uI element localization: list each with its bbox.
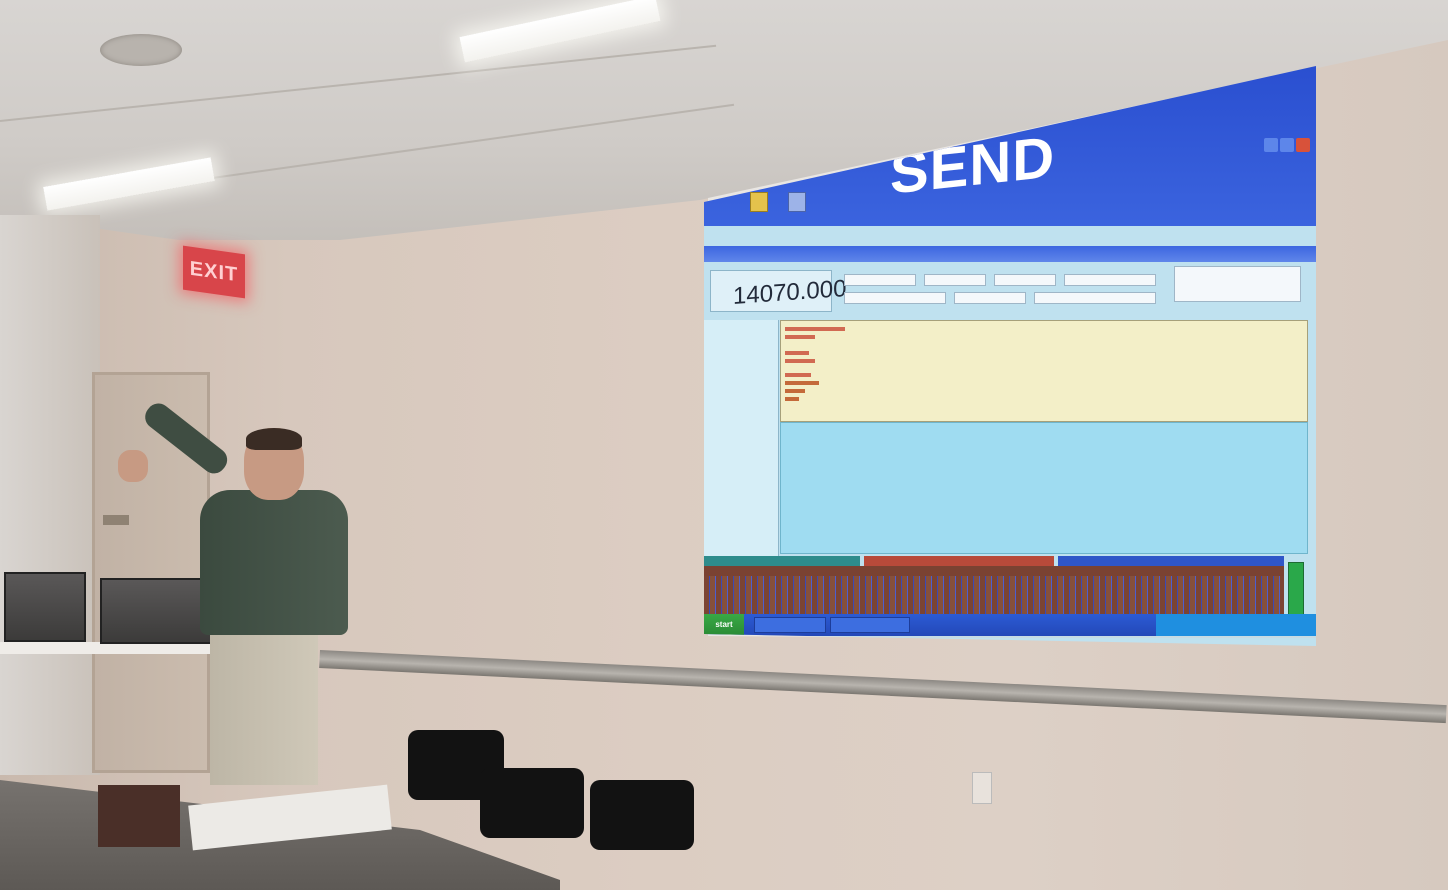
log-field[interactable] [844, 274, 916, 286]
laptop [4, 572, 86, 642]
rx-text-line [785, 389, 805, 393]
rx-text-line [785, 327, 845, 331]
waterfall-scale [704, 566, 1284, 576]
windows-taskbar: start [704, 614, 1316, 636]
folder-icon[interactable] [750, 192, 768, 212]
exit-sign: EXIT [183, 245, 245, 299]
black-bag [590, 780, 694, 850]
presenter-legs [210, 625, 318, 785]
cardboard-box [98, 785, 180, 847]
presenter-hair [246, 428, 302, 450]
rx-text-line [785, 373, 811, 377]
frequency-value: 14070.000 [733, 275, 847, 310]
rx-text-line [785, 335, 815, 339]
macro-button[interactable] [1058, 556, 1284, 566]
maximize-button[interactable] [1280, 138, 1294, 152]
taskbar-item[interactable] [830, 617, 910, 633]
log-field[interactable] [844, 292, 946, 304]
save-icon[interactable] [788, 192, 806, 212]
receive-text-pane [780, 320, 1308, 422]
rx-text-line [785, 381, 819, 385]
log-field[interactable] [1034, 292, 1156, 304]
log-field[interactable] [924, 274, 986, 286]
left-wall [0, 215, 100, 775]
macro-button[interactable] [864, 556, 1054, 566]
log-field[interactable] [1174, 266, 1301, 302]
system-tray [1156, 614, 1316, 636]
rx-text-line [785, 397, 799, 401]
ceiling-speaker [100, 34, 182, 66]
left-info-column [704, 320, 779, 556]
log-field[interactable] [994, 274, 1056, 286]
menu-bar [704, 246, 1316, 262]
minimize-button[interactable] [1264, 138, 1278, 152]
macro-button[interactable] [704, 556, 860, 566]
lecture-room-scene: EXIT SEND 14070.000 start [0, 0, 1448, 890]
black-bag [480, 768, 584, 838]
frequency-display: 14070.000 [710, 270, 846, 312]
log-fields [844, 266, 1304, 316]
wall-outlet [972, 772, 992, 804]
presenter-hand [118, 450, 148, 482]
log-field[interactable] [1064, 274, 1156, 286]
taskbar-item[interactable] [754, 617, 826, 633]
close-button[interactable] [1296, 138, 1310, 152]
log-field[interactable] [954, 292, 1026, 304]
macro-button-bar [704, 556, 1304, 566]
rx-text-line [785, 351, 809, 355]
transmit-text-pane[interactable] [780, 422, 1308, 554]
door-plate [103, 515, 129, 525]
wall-rail [319, 650, 1447, 724]
start-button[interactable]: start [704, 614, 744, 636]
rx-text-line [785, 359, 815, 363]
laptop [100, 578, 216, 644]
app-body: 14070.000 [704, 226, 1316, 646]
presenter-torso [200, 490, 348, 635]
